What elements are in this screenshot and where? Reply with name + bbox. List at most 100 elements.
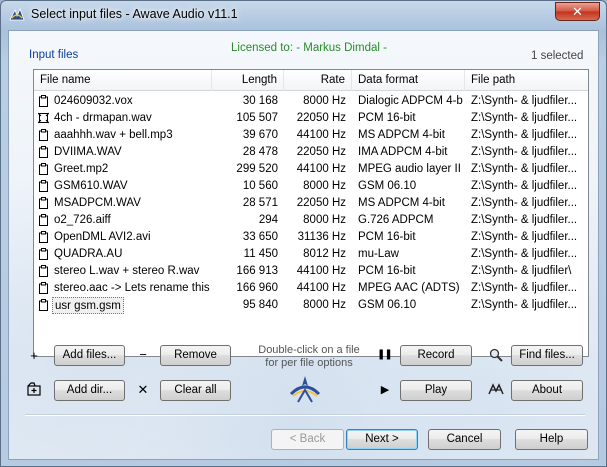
cell-length: 105 507 <box>236 112 278 124</box>
file-name-text: 024609032.vox <box>54 95 133 107</box>
about-icon <box>488 383 504 395</box>
clipboard-file-icon <box>39 129 48 141</box>
file-name-text: GSM610.WAV <box>54 180 128 192</box>
hint-line-1: Double-click on a file <box>258 344 360 356</box>
cell-rate: 8000 Hz <box>303 299 346 311</box>
file-name-text: OpenDML AVI2.avi <box>54 231 151 243</box>
cell-data-format: mu-Law <box>358 248 399 260</box>
cell-rate: 44100 Hz <box>296 163 346 175</box>
column-file-path[interactable]: File path <box>465 70 588 91</box>
file-name-text: stereo.aac -> Lets rename this <box>54 282 210 294</box>
cell-file-path: Z:\Synth- & ljudfiler... <box>471 129 578 141</box>
cell-data-format: GSM 06.10 <box>358 299 417 311</box>
input-files-group-label: Input files <box>29 49 79 61</box>
clipboard-file-icon <box>39 180 48 192</box>
double-click-hint: Double-click on a file for per file opti… <box>249 344 369 370</box>
table-row[interactable]: QUADRA.AU 11 450 8012 Hz mu-Law Z:\Synth- & … <box>34 246 588 263</box>
cell-length: 11 450 <box>243 248 278 260</box>
cell-length: 28 571 <box>242 197 278 209</box>
cell-rate: 22050 Hz <box>296 112 346 124</box>
title-bar[interactable]: Select input files - Awave Audio v11.1 ✕ <box>1 1 606 29</box>
awave-logo-icon <box>289 376 321 403</box>
file-name-text: Greet.mp2 <box>54 163 109 175</box>
close-icon: ✕ <box>572 4 583 19</box>
dialog-client-area: Input files Licensed to: - Markus Dimdal… <box>8 30 599 460</box>
cell-rate: 8012 Hz <box>303 248 346 260</box>
column-rate[interactable]: Rate <box>284 70 352 91</box>
table-row[interactable]: stereo L.wav + stereo R.wav 166 913 44100 … <box>34 263 588 280</box>
cell-data-format: GSM 06.10 <box>358 180 417 192</box>
table-row[interactable]: stereo.aac -> Lets rename this 166 960 441… <box>34 280 588 297</box>
table-row[interactable]: 4ch - drmapan.wav 105 507 22050 Hz PCM 16-b… <box>34 110 588 127</box>
cell-file-path: Z:\Synth- & ljudfiler... <box>471 197 578 209</box>
clipboard-file-icon <box>39 214 48 226</box>
cancel-button[interactable]: Cancel <box>428 429 501 450</box>
cell-file-name: DVIIMA.WAV <box>34 144 212 161</box>
cell-rate: 44100 Hz <box>296 265 346 277</box>
column-length[interactable]: Length <box>212 70 284 91</box>
help-button[interactable]: Help <box>515 429 588 450</box>
multichannel-file-icon <box>38 112 49 124</box>
add-files-button[interactable]: Add files... <box>54 345 125 366</box>
selection-count: 1 selected <box>531 50 584 62</box>
cell-file-name: usr gsm.gsm <box>34 297 212 314</box>
table-row[interactable]: usr gsm.gsm 95 840 8000 Hz GSM 06.10 Z:\Synt… <box>34 297 588 314</box>
cell-length: 299 520 <box>236 163 278 175</box>
clear-all-button[interactable]: Clear all <box>160 380 231 401</box>
table-row[interactable]: 024609032.vox 30 168 8000 Hz Dialogic ADPCM… <box>34 93 588 110</box>
back-button[interactable]: < Back <box>271 429 344 450</box>
cell-file-name: GSM610.WAV <box>34 178 212 195</box>
cell-file-path: Z:\Synth- & ljudfiler... <box>471 248 578 260</box>
table-row[interactable]: DVIIMA.WAV 28 478 22050 Hz IMA ADPCM 4-bit Z… <box>34 144 588 161</box>
cell-length: 166 960 <box>236 282 278 294</box>
column-data-format[interactable]: Data format <box>352 70 465 91</box>
play-button[interactable]: Play <box>400 380 472 401</box>
cell-data-format: MPEG AAC (ADTS) <box>358 282 460 294</box>
license-text: Licensed to: - Markus Dimdal - <box>231 42 387 54</box>
cell-length: 39 670 <box>242 129 278 141</box>
close-button[interactable]: ✕ <box>555 2 600 21</box>
cell-rate: 44100 Hz <box>296 282 346 294</box>
find-files-button[interactable]: Find files... <box>511 345 583 366</box>
cell-data-format: PCM 16-bit <box>358 112 416 124</box>
cell-data-format: PCM 16-bit <box>358 265 416 277</box>
cell-length: 33 650 <box>242 231 278 243</box>
table-row[interactable]: aaahhh.wav + bell.mp3 39 670 44100 Hz MS AD… <box>34 127 588 144</box>
cell-data-format: IMA ADPCM 4-bit <box>358 146 448 158</box>
add-dir-button[interactable]: Add dir... <box>54 380 125 401</box>
remove-button[interactable]: Remove <box>160 345 231 366</box>
cell-file-path: Z:\Synth- & ljudfiler... <box>471 146 578 158</box>
cell-length: 10 560 <box>242 180 278 192</box>
record-button[interactable]: Record <box>400 345 472 366</box>
cell-file-name: Greet.mp2 <box>34 161 212 178</box>
cell-file-path: Z:\Synth- & ljudfiler\ <box>471 265 572 277</box>
table-row[interactable]: OpenDML AVI2.avi 33 650 31136 Hz PCM 16-bit… <box>34 229 588 246</box>
clipboard-file-icon <box>39 299 48 311</box>
clear-icon: ✕ <box>137 382 149 397</box>
cell-file-name: 4ch - drmapan.wav <box>34 110 212 127</box>
play-icon: ▶ <box>380 384 390 396</box>
cell-file-path: Z:\Synth- & ljudfiler... <box>471 299 578 311</box>
file-name-text: MSADPCM.WAV <box>54 197 141 209</box>
add-icon: + <box>30 348 38 363</box>
window-title: Select input files - Awave Audio v11.1 <box>31 7 238 21</box>
cell-file-path: Z:\Synth- & ljudfiler... <box>471 163 578 175</box>
column-file-name[interactable]: File name <box>34 70 212 91</box>
search-icon <box>489 348 503 362</box>
table-row[interactable]: o2_726.aiff 294 8000 Hz G.726 ADPCM Z:\Synth… <box>34 212 588 229</box>
file-name-text: aaahhh.wav + bell.mp3 <box>54 129 173 141</box>
cell-rate: 22050 Hz <box>296 146 346 158</box>
cell-rate: 8000 Hz <box>303 180 346 192</box>
remove-icon: − <box>139 347 147 362</box>
cell-file-name: o2_726.aiff <box>34 212 212 229</box>
next-button[interactable]: Next > <box>346 429 418 450</box>
table-row[interactable]: MSADPCM.WAV 28 571 22050 Hz MS ADPCM 4-bit Z… <box>34 195 588 212</box>
file-list[interactable]: File name Length Rate Data format File p… <box>33 69 589 357</box>
cell-file-name: MSADPCM.WAV <box>34 195 212 212</box>
table-row[interactable]: GSM610.WAV 10 560 8000 Hz GSM 06.10 Z:\Synth… <box>34 178 588 195</box>
about-button[interactable]: About <box>511 380 583 401</box>
pause-icon: ❚❚ <box>377 349 393 360</box>
cell-file-path: Z:\Synth- & ljudfiler... <box>471 282 578 294</box>
table-row[interactable]: Greet.mp2 299 520 44100 Hz MPEG audio layer… <box>34 161 588 178</box>
cell-rate: 8000 Hz <box>303 214 346 226</box>
